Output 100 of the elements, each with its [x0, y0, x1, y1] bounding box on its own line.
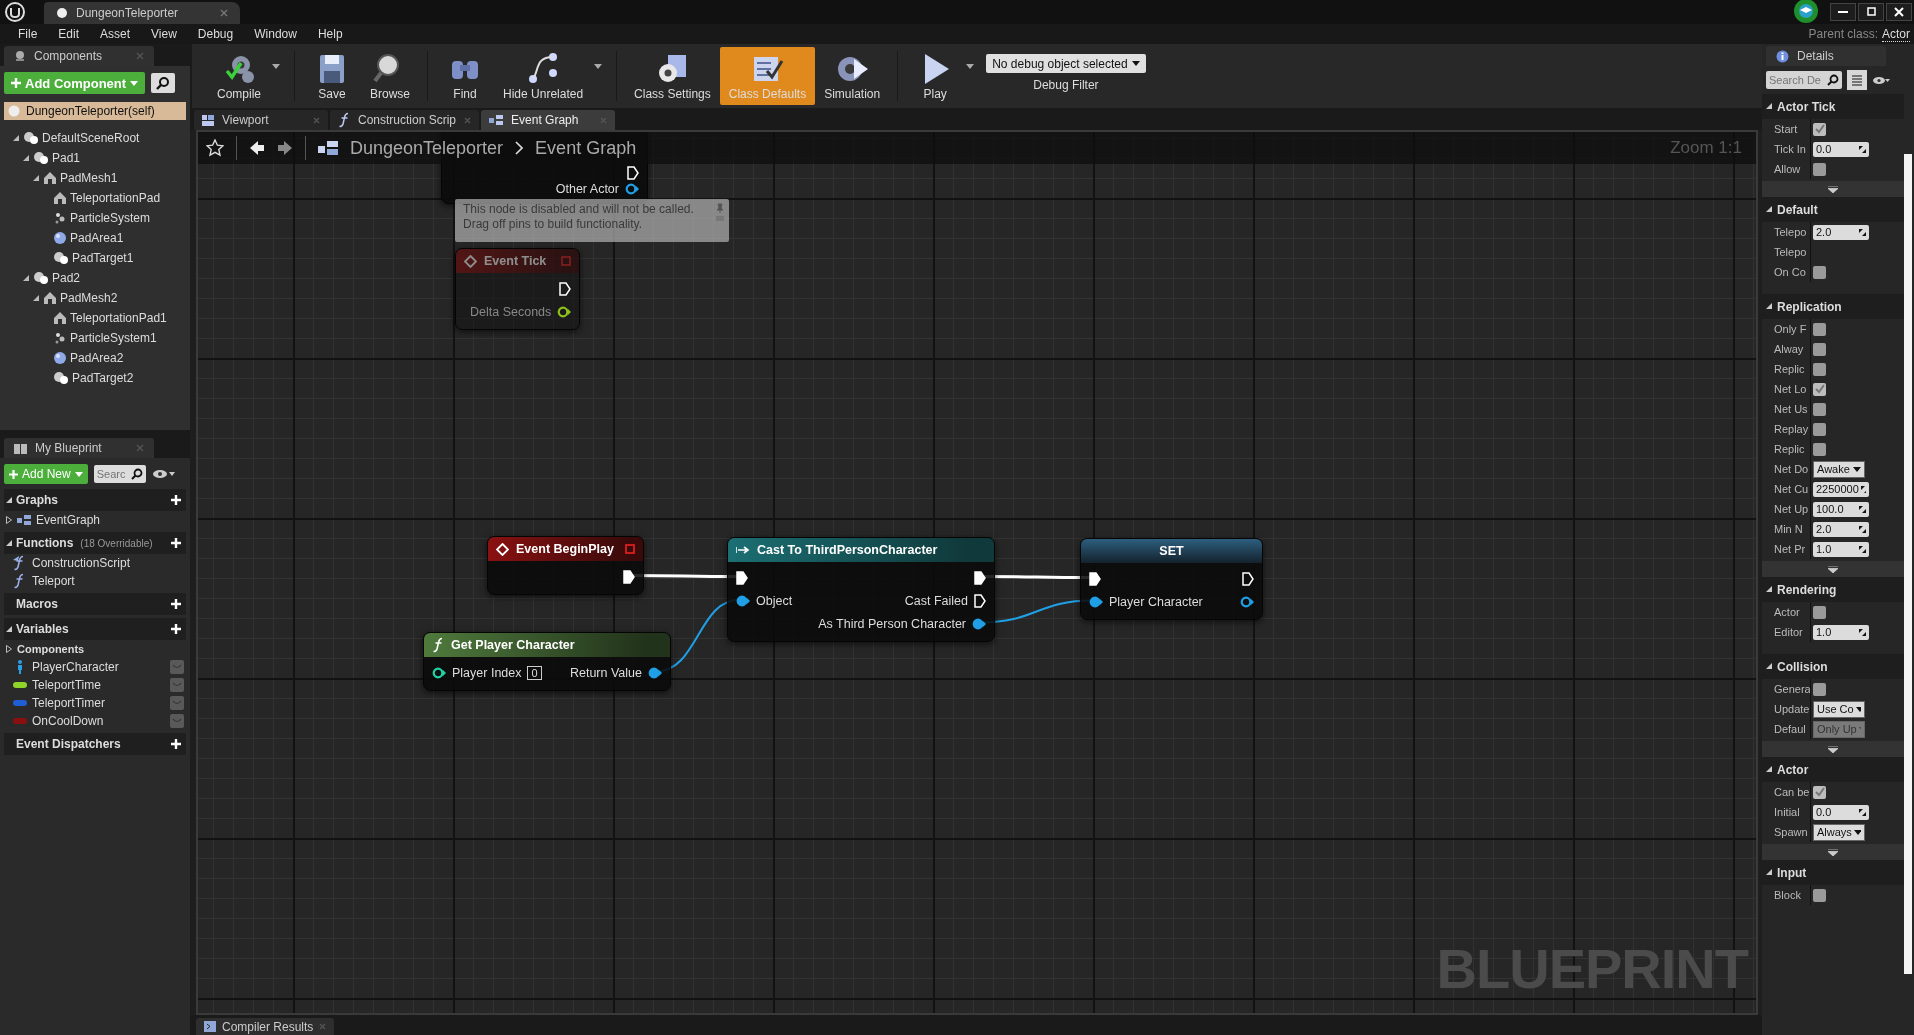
checkbox[interactable]	[1813, 382, 1826, 396]
tree-item[interactable]: PadArea2	[0, 348, 190, 368]
pin-value-field[interactable]: 0	[527, 665, 542, 680]
tree-item[interactable]: PadTarget2	[0, 368, 190, 388]
category-header[interactable]: Replication	[1762, 294, 1904, 319]
exec-pin-icon[interactable]	[627, 166, 639, 180]
caret-icon[interactable]	[594, 63, 603, 69]
eye-icon[interactable]	[151, 469, 176, 479]
function-item[interactable]: Teleport	[32, 574, 75, 588]
toolbar-button[interactable]: Hide Unrelated	[494, 47, 593, 105]
debug-filter-dropdown[interactable]: No debug object selected	[986, 54, 1146, 73]
add-button[interactable]	[168, 596, 184, 612]
number-field[interactable]: 100.0	[1813, 501, 1869, 517]
expand-arrow-icon[interactable]	[6, 516, 12, 524]
search-field[interactable]: Search De	[1766, 71, 1842, 89]
panel-tab[interactable]: Details	[1766, 46, 1886, 66]
section-header[interactable]: Functions (18 Overridable)	[4, 532, 186, 554]
tree-item[interactable]: ParticleSystem1	[0, 328, 190, 348]
graph-item[interactable]: EventGraph	[36, 513, 101, 527]
menu-item[interactable]: Asset	[90, 27, 142, 41]
number-field[interactable]: 1.0	[1813, 541, 1869, 557]
tree-item[interactable]: TeleportationPad	[0, 188, 190, 208]
expand-arrow-icon[interactable]	[6, 645, 12, 653]
checkbox[interactable]	[1813, 322, 1826, 336]
variable-item[interactable]: TeleportTimer	[32, 696, 105, 710]
toolbar-button[interactable]: Class Settings	[625, 47, 720, 105]
search-icon[interactable]	[130, 468, 143, 480]
tree-item[interactable]: PadArea1	[0, 228, 190, 248]
menu-item[interactable]: Window	[244, 27, 308, 41]
star-icon[interactable]	[206, 139, 224, 157]
tree-item[interactable]: PadMesh1	[0, 168, 190, 188]
tree-item[interactable]: Pad2	[0, 268, 190, 288]
checkbox[interactable]	[1813, 342, 1826, 356]
close-button[interactable]	[1886, 3, 1912, 21]
toolbar-button[interactable]: Simulation	[815, 47, 890, 105]
graph-node[interactable]: Cast To ThirdPersonCharacter Object Cast Failed As Third Person Character	[727, 537, 995, 642]
panel-tab[interactable]: Components	[4, 46, 154, 66]
caret-icon[interactable]	[272, 63, 280, 69]
add-button[interactable]	[168, 535, 184, 551]
output-delegate-icon[interactable]	[625, 544, 635, 554]
category-header[interactable]: Collision	[1762, 654, 1904, 679]
expand-arrow-icon[interactable]	[32, 294, 40, 302]
tree-item[interactable]: Pad1	[0, 148, 190, 168]
number-field[interactable]: 0.0	[1813, 804, 1869, 820]
data-pin-icon[interactable]	[648, 666, 662, 679]
minimize-button[interactable]	[1830, 3, 1856, 21]
editor-tab[interactable]: Event Graph	[481, 110, 616, 130]
parent-class-link[interactable]: Actor	[1882, 26, 1910, 42]
category-header[interactable]: Rendering	[1762, 577, 1904, 602]
menu-item[interactable]: Edit	[48, 27, 91, 41]
checkbox[interactable]	[1813, 422, 1826, 436]
property-matrix-button[interactable]	[1847, 70, 1867, 90]
eye-icon[interactable]	[1872, 75, 1890, 85]
add-button[interactable]	[168, 492, 184, 508]
category-header[interactable]: Default	[1762, 197, 1904, 222]
toolbar-button[interactable]: Play	[906, 47, 965, 105]
data-pin-icon[interactable]	[625, 183, 639, 195]
number-field[interactable]: 2.0	[1813, 224, 1869, 240]
tree-item[interactable]: DefaultSceneRoot	[0, 128, 190, 148]
search-field[interactable]: Searc	[93, 465, 146, 483]
data-pin-icon[interactable]	[1089, 595, 1103, 608]
menu-item[interactable]: File	[8, 27, 49, 41]
exec-pin-icon[interactable]	[623, 569, 635, 584]
expand-arrow-icon[interactable]	[22, 274, 30, 282]
function-item[interactable]: ConstructionScript	[32, 556, 131, 570]
checkbox[interactable]	[1813, 785, 1826, 799]
close-icon[interactable]	[220, 9, 228, 17]
graph-node[interactable]: Get Player Character Player Index 0 Return Value	[423, 632, 671, 691]
document-tab[interactable]: DungeonTeleporter	[44, 2, 240, 24]
expand-arrow-icon[interactable]	[32, 174, 40, 182]
exec-pin-icon[interactable]	[974, 593, 986, 608]
editor-tab[interactable]: Construction Scrip	[330, 110, 480, 130]
expand-arrow-icon[interactable]	[6, 625, 13, 633]
tree-item[interactable]: PadMesh2	[0, 288, 190, 308]
data-pin-icon[interactable]	[1240, 595, 1254, 608]
tree-item[interactable]: ParticleSystem	[0, 208, 190, 228]
breadcrumb-link[interactable]: Event Graph	[535, 137, 637, 159]
visibility-toggle[interactable]	[170, 660, 184, 674]
number-field[interactable]: 2250000	[1813, 481, 1869, 497]
exec-pin-icon[interactable]	[736, 570, 748, 585]
tree-item[interactable]: TeleportationPad1	[0, 308, 190, 328]
back-arrow-icon[interactable]	[249, 140, 265, 156]
graph-node[interactable]: Event BeginPlay	[487, 536, 644, 595]
visibility-toggle[interactable]	[170, 678, 184, 692]
exec-pin-icon[interactable]	[1242, 571, 1254, 586]
panel-tab[interactable]: Compiler Results	[196, 1018, 335, 1035]
panel-tab[interactable]: My Blueprint	[4, 438, 154, 458]
number-field[interactable]: 2.0	[1813, 521, 1869, 537]
checkbox[interactable]	[1813, 888, 1826, 902]
dropdown[interactable]: Use Co	[1813, 700, 1865, 718]
expand-arrow-icon[interactable]	[6, 539, 13, 547]
variable-item[interactable]: PlayerCharacter	[32, 660, 119, 674]
add-button[interactable]	[168, 736, 184, 752]
dropdown[interactable]: Awake	[1813, 460, 1865, 478]
category-header[interactable]: Actor Tick	[1762, 94, 1904, 119]
checkbox[interactable]	[1813, 162, 1826, 176]
checkbox[interactable]	[1813, 442, 1826, 456]
expand-arrow-icon[interactable]	[6, 496, 13, 504]
checkbox[interactable]	[1813, 362, 1826, 376]
search-icon[interactable]	[1827, 74, 1839, 86]
